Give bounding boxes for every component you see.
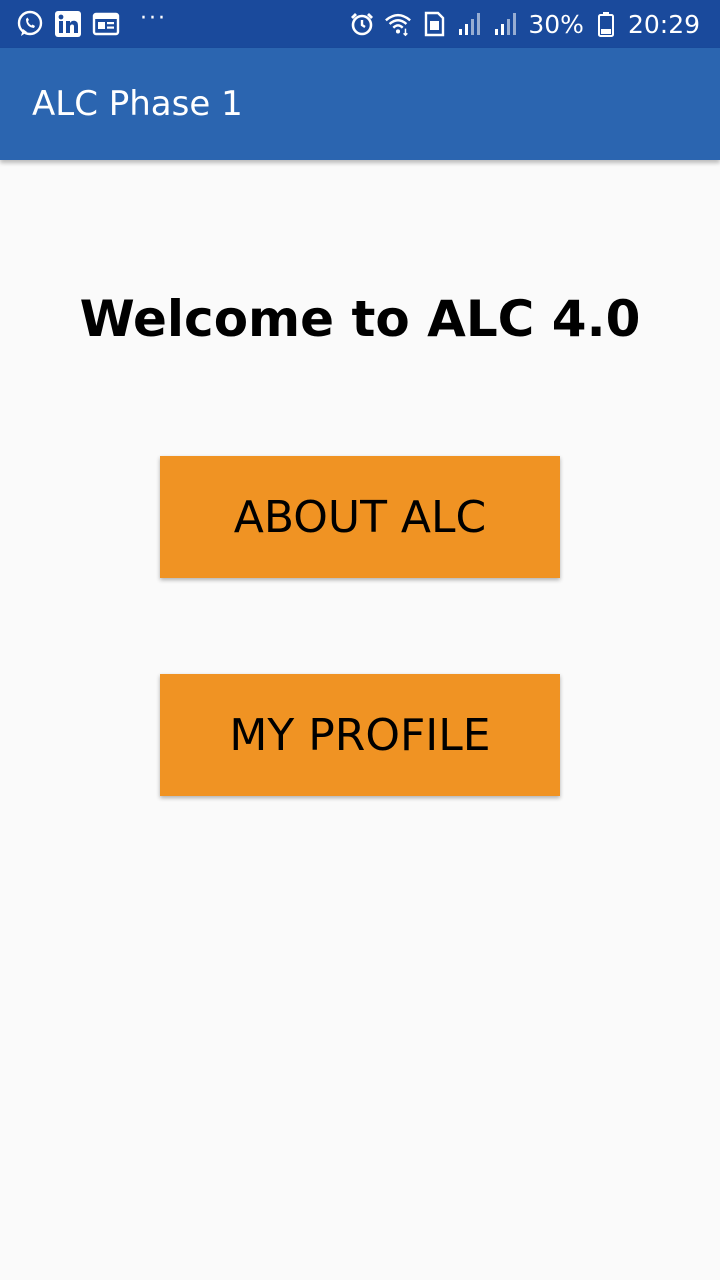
- signal-icon: [456, 10, 484, 38]
- signal-icon: [492, 10, 520, 38]
- notification-icons: ···: [16, 6, 167, 39]
- clock: 20:29: [627, 9, 700, 39]
- linkedin-icon: [54, 10, 82, 38]
- whatsapp-icon: [16, 10, 44, 38]
- wifi-icon: [384, 10, 412, 38]
- app-bar: ALC Phase 1: [0, 48, 720, 160]
- status-bar: ··· 30% 20:29: [0, 0, 720, 48]
- sim-icon: [420, 10, 448, 38]
- news-icon: [92, 10, 120, 38]
- battery-icon: [592, 10, 620, 38]
- battery-percentage: 30%: [528, 9, 584, 39]
- more-notifications-icon: ···: [140, 6, 167, 31]
- my-profile-button[interactable]: MY PROFILE: [160, 674, 560, 796]
- alarm-icon: [348, 10, 376, 38]
- welcome-heading: Welcome to ALC 4.0: [79, 290, 641, 348]
- app-title: ALC Phase 1: [32, 84, 243, 124]
- system-indicators: 30% 20:29: [348, 9, 700, 39]
- about-alc-button[interactable]: ABOUT ALC: [160, 456, 560, 578]
